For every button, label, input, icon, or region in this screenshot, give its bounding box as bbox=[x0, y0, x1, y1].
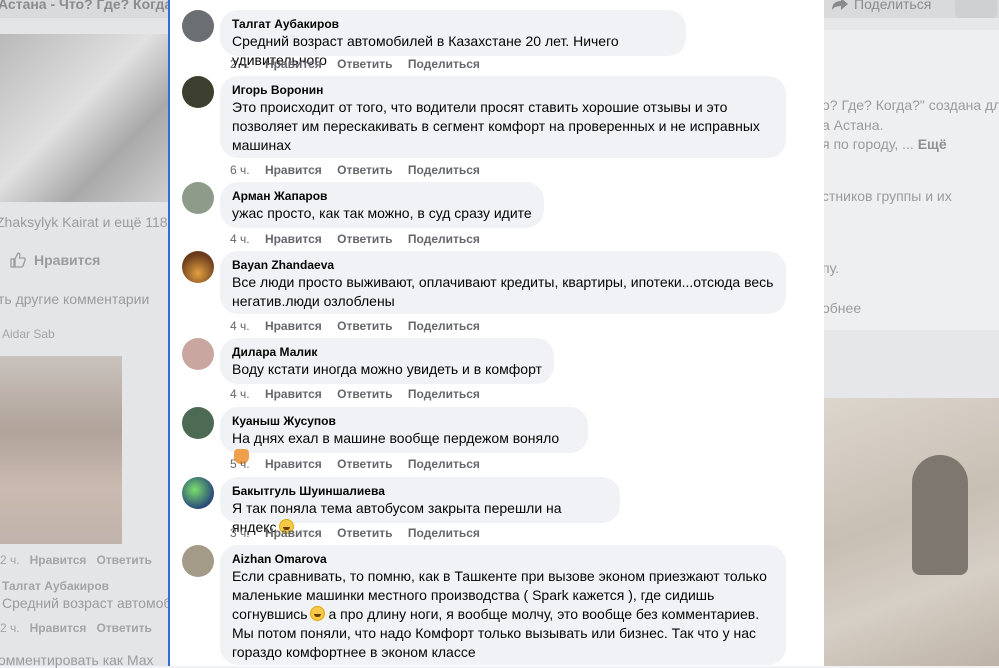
avatar[interactable] bbox=[182, 338, 214, 370]
reply-button[interactable]: Ответить bbox=[337, 387, 392, 401]
share-button[interactable]: Поделиться bbox=[408, 526, 480, 540]
comment-author[interactable]: Дилара Малик bbox=[232, 345, 542, 360]
background-comment2-actions: 2 ч. Нравится Ответить bbox=[0, 621, 152, 635]
comment-actions: 4 ч. Нравится Ответить Поделиться bbox=[230, 387, 492, 401]
share-icon bbox=[832, 0, 848, 10]
thumbs-up-icon bbox=[10, 252, 26, 268]
reply-button[interactable]: Ответить bbox=[337, 457, 392, 471]
comment-actions: 3 ч. Нравится Ответить Поделиться bbox=[230, 526, 492, 540]
reply-button[interactable]: Ответить bbox=[337, 319, 392, 333]
avatar[interactable] bbox=[182, 545, 214, 577]
background-about-line4: стников группы и их bbox=[822, 188, 952, 204]
reply-button[interactable]: Ответить bbox=[337, 163, 392, 177]
background-comment-image bbox=[0, 356, 122, 544]
comment-text-line: согнувшись а про длину ноги, я вообще мо… bbox=[232, 606, 760, 622]
like-button[interactable]: Нравится bbox=[265, 457, 322, 471]
comment-text: ужас просто, как так можно, в суд сразу … bbox=[232, 205, 532, 221]
comment-author[interactable]: Куаныш Жусупов bbox=[232, 414, 576, 429]
comment-text-line: гораздо комфортнее в эконом классе bbox=[232, 644, 476, 660]
like-button[interactable]: Нравится bbox=[265, 387, 322, 401]
comment-actions: 4 ч. Нравится Ответить Поделиться bbox=[230, 232, 492, 246]
background-more-link[interactable]: Ещё bbox=[918, 136, 947, 152]
background-about-line3: я по городу, ... Ещё bbox=[822, 136, 947, 152]
background-search-icon[interactable] bbox=[955, 0, 997, 20]
comment-actions: 2 ч. Нравится Ответить Поделиться bbox=[230, 57, 492, 71]
background-about-card bbox=[824, 30, 999, 330]
comment-text-line: негатив.люди озлоблены bbox=[232, 293, 395, 309]
background-about-more-button[interactable]: обнее bbox=[822, 300, 861, 316]
comment-text-line: Если сравнивать, то помню, как в Ташкент… bbox=[232, 568, 767, 584]
comment-bubble: Bayan Zhandaeva Все люди просто выживают… bbox=[220, 251, 786, 314]
comment-author[interactable]: Игорь Воронин bbox=[232, 83, 774, 98]
comments-panel[interactable]: Талгат Аубакиров Средний возраст автомоб… bbox=[168, 0, 824, 666]
comment-time[interactable]: 3 ч. bbox=[230, 526, 250, 540]
comment-text: Воду кстати иногда можно увидеть и в ком… bbox=[232, 361, 542, 377]
comment-text-line: маленькие машинки местного производства … bbox=[232, 587, 715, 603]
comment-actions: 5 ч. Нравится Ответить Поделиться bbox=[230, 457, 492, 471]
avatar[interactable] bbox=[182, 10, 214, 42]
comment-author[interactable]: Aizhan Omarova bbox=[232, 552, 774, 567]
like-button[interactable]: Нравится bbox=[265, 526, 322, 540]
comment-bubble: Арман Жапаров ужас просто, как так можно… bbox=[220, 182, 544, 228]
comment-time[interactable]: 5 ч. bbox=[230, 457, 250, 471]
background-about-line2: а Астана. bbox=[822, 117, 884, 133]
background-share-label: Поделиться bbox=[854, 0, 932, 12]
like-button[interactable]: Нравится bbox=[265, 163, 322, 177]
comment-time[interactable]: 4 ч. bbox=[230, 387, 250, 401]
avatar[interactable] bbox=[182, 76, 214, 108]
share-button[interactable]: Поделиться bbox=[408, 232, 480, 246]
avatar[interactable] bbox=[182, 251, 214, 283]
comment-bubble: Бакытгуль Шуиншалиева Я так поняла тема … bbox=[220, 477, 620, 535]
comment-bubble: Куаныш Жусупов На днях ехал в машине воо… bbox=[220, 407, 588, 464]
comment-author[interactable]: Bayan Zhandaeva bbox=[232, 258, 774, 273]
background-comment2-author: Талгат Аубакиров bbox=[2, 579, 110, 593]
comment-author[interactable]: Талгат Аубакиров bbox=[232, 17, 674, 32]
avatar[interactable] bbox=[182, 182, 214, 214]
share-button[interactable]: Поделиться bbox=[408, 319, 480, 333]
background-post-photo bbox=[0, 34, 168, 202]
comment-author[interactable]: Бакытгуль Шуиншалиева bbox=[232, 484, 608, 499]
comment-text-line: Это происходит от того, что водители про… bbox=[232, 99, 728, 115]
avatar[interactable] bbox=[182, 477, 214, 509]
comment-bubble: Aizhan Omarova Если сравнивать, то помню… bbox=[220, 545, 786, 665]
comment-author[interactable]: Арман Жапаров bbox=[232, 189, 532, 204]
reply-button[interactable]: Ответить bbox=[337, 526, 392, 540]
avatar[interactable] bbox=[182, 407, 214, 439]
share-button[interactable]: Поделиться bbox=[408, 457, 480, 471]
laughing-emoji-icon bbox=[309, 606, 325, 621]
like-button[interactable]: Нравится bbox=[265, 232, 322, 246]
background-share-button[interactable]: Поделиться bbox=[832, 0, 931, 12]
background-more-comments[interactable]: ть другие комментарии bbox=[0, 291, 149, 307]
comment-text-line: Мы потом поняли, что надо Комфорт только… bbox=[232, 625, 757, 641]
comment-time[interactable]: 2 ч. bbox=[230, 57, 250, 71]
background-like-button[interactable]: Нравится bbox=[10, 252, 100, 268]
comment-text-line: позволяет им перескакивать в сегмент ком… bbox=[232, 118, 760, 134]
comment-actions: 4 ч. Нравится Ответить Поделиться bbox=[230, 319, 492, 333]
background-liked-by: Zhaksylyk Kairat и ещё 118 bbox=[0, 214, 168, 230]
comment-time[interactable]: 4 ч. bbox=[230, 319, 250, 333]
background-page-title: Астана - Что? Где? Когда bbox=[0, 0, 173, 12]
comment-bubble: Талгат Аубакиров Средний возраст автомоб… bbox=[220, 10, 686, 68]
like-button[interactable]: Нравится bbox=[265, 319, 322, 333]
comment-actions: 6 ч. Нравится Ответить Поделиться bbox=[230, 163, 492, 177]
background-comment2-text: Средний возраст автомоб bbox=[2, 595, 172, 611]
share-button[interactable]: Поделиться bbox=[408, 163, 480, 177]
share-button[interactable]: Поделиться bbox=[408, 57, 480, 71]
background-about-line1: о? Где? Когда?" создана дл bbox=[822, 97, 999, 113]
comment-text-line: Все люди просто выживают, оплачивают кре… bbox=[232, 274, 774, 290]
background-photo-person bbox=[912, 455, 968, 575]
comment-bubble: Дилара Малик Воду кстати иногда можно ув… bbox=[220, 338, 554, 384]
share-button[interactable]: Поделиться bbox=[408, 387, 480, 401]
background-comment-author: Aidar Sab bbox=[2, 327, 55, 341]
comment-bubble: Игорь Воронин Это происходит от того, чт… bbox=[220, 76, 786, 158]
comment-time[interactable]: 6 ч. bbox=[230, 163, 250, 177]
background-about-line5: пу. bbox=[822, 260, 840, 276]
reply-button[interactable]: Ответить bbox=[337, 57, 392, 71]
reply-button[interactable]: Ответить bbox=[337, 232, 392, 246]
background-comment-actions: 2 ч. Нравится Ответить bbox=[0, 553, 152, 567]
comment-text-line: машинах bbox=[232, 137, 291, 153]
like-button[interactable]: Нравится bbox=[265, 57, 322, 71]
comment-time[interactable]: 4 ч. bbox=[230, 232, 250, 246]
